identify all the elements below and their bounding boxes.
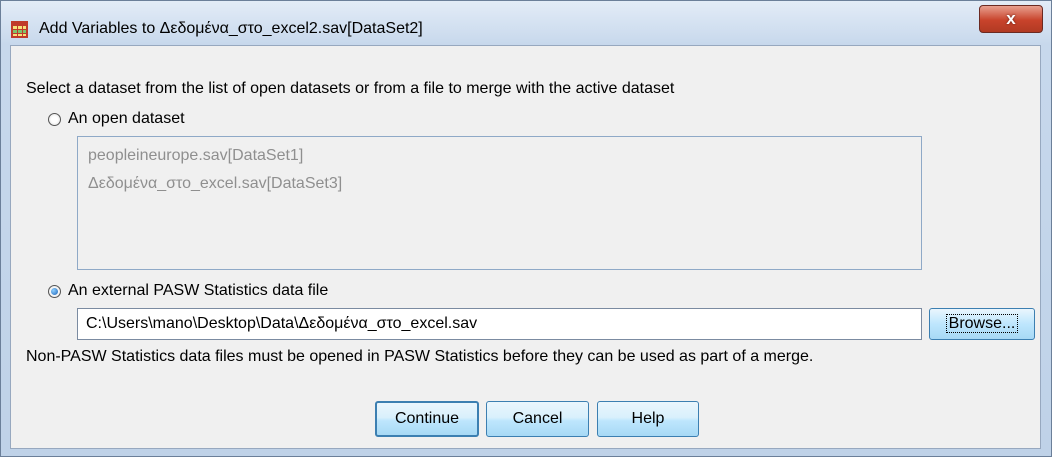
cancel-button[interactable]: Cancel xyxy=(486,401,589,437)
file-path-input[interactable]: C:\Users\mano\Desktop\Data\Δεδομένα_στο_… xyxy=(77,308,922,340)
browse-button[interactable]: Browse... xyxy=(929,308,1035,340)
open-dataset-label: An open dataset xyxy=(68,110,185,127)
list-item[interactable]: Δεδομένα_στο_excel.sav[DataSet3] xyxy=(88,175,342,193)
external-file-option[interactable]: An external PASW Statistics data file xyxy=(48,282,328,300)
close-icon: x xyxy=(1006,9,1016,28)
title-bar[interactable]: Add Variables to Δεδομένα_στο_excel2.sav… xyxy=(1,1,1051,45)
instruction-text: Select a dataset from the list of open d… xyxy=(26,80,675,97)
close-button[interactable]: x xyxy=(979,5,1043,33)
open-dataset-option[interactable]: An open dataset xyxy=(48,110,185,128)
window-title: Add Variables to Δεδομένα_στο_excel2.sav… xyxy=(39,20,423,37)
dialog-body: Select a dataset from the list of open d… xyxy=(10,45,1041,449)
add-variables-dialog: Add Variables to Δεδομένα_στο_excel2.sav… xyxy=(0,0,1052,457)
help-button[interactable]: Help xyxy=(597,401,699,437)
open-dataset-list[interactable]: peopleineurope.sav[DataSet1] Δεδομένα_στ… xyxy=(77,136,922,270)
list-item[interactable]: peopleineurope.sav[DataSet1] xyxy=(88,147,303,165)
open-dataset-radio[interactable] xyxy=(48,112,61,126)
external-file-label: An external PASW Statistics data file xyxy=(68,282,329,299)
spss-data-grid-icon xyxy=(11,21,28,38)
external-file-radio[interactable] xyxy=(48,284,61,298)
browse-label: Browse... xyxy=(945,314,1019,333)
continue-button[interactable]: Continue xyxy=(375,401,479,437)
merge-note: Non-PASW Statistics data files must be o… xyxy=(26,348,814,365)
